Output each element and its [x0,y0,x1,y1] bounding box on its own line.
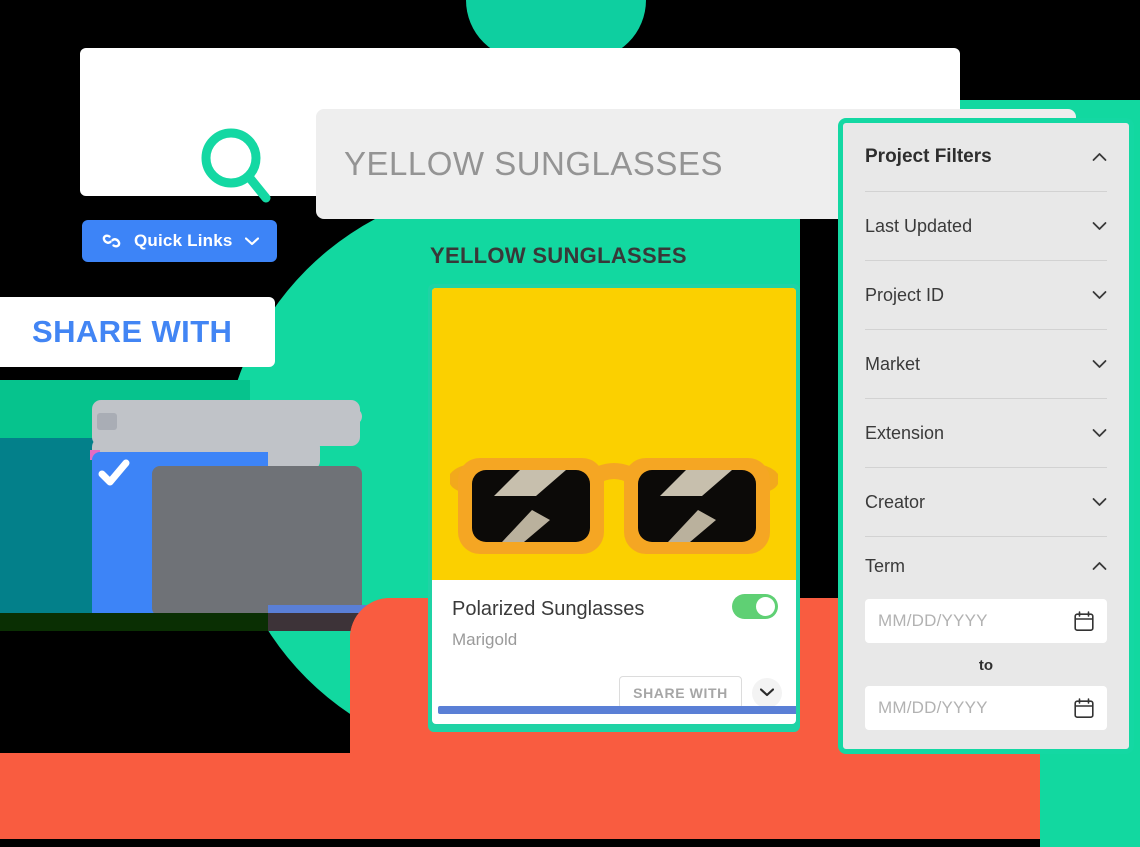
filter-label: Market [865,353,921,374]
filter-row-creator[interactable]: Creator [865,468,1107,537]
product-card: Polarized Sunglasses Marigold SHARE WITH [428,284,800,732]
term-start-date-placeholder: MM/DD/YYYY [878,611,988,630]
chevron-down-icon [1092,497,1107,507]
filter-label: Extension [865,422,945,443]
decor-black-bottom-line [0,839,1040,847]
project-filters-inner: Project Filters Last Updated Project ID [843,123,1129,730]
decor-placeholder-chip [97,413,117,430]
product-card-body: Polarized Sunglasses Marigold SHARE WITH [432,580,796,709]
product-heading: YELLOW SUNGLASSES [430,243,687,268]
filter-row-market[interactable]: Market [865,330,1107,399]
chevron-down-icon [1092,359,1107,369]
filter-row-extension[interactable]: Extension [865,399,1107,468]
link-icon [100,231,124,251]
term-to-label: to [978,657,994,674]
filter-label: Last Updated [865,215,973,236]
project-filters-panel: Project Filters Last Updated Project ID [838,118,1134,754]
product-name: Polarized Sunglasses [452,598,645,620]
filter-label: Project ID [865,284,945,305]
product-image [432,288,796,580]
product-toggle-knob [756,597,775,616]
product-toggle[interactable] [732,594,778,619]
filter-label: Term [865,555,905,576]
filter-row-project-id[interactable]: Project ID [865,261,1107,330]
quick-links-button[interactable]: Quick Links [82,220,277,262]
project-filters-title: Project Filters [865,146,992,167]
term-end-date-input[interactable]: MM/DD/YYYY [865,686,1107,730]
product-card-actions: SHARE WITH [619,676,782,709]
share-with-banner[interactable]: SHARE WITH [0,297,275,367]
chevron-down-icon [244,236,259,246]
search-card: YELLOW SUNGLASSES [80,48,1076,219]
decor-orange-band [0,753,1040,839]
quick-links-label: Quick Links [134,231,233,250]
check-icon [98,458,130,490]
share-with-button-label: SHARE WITH [633,684,728,701]
filter-row-last-updated[interactable]: Last Updated [865,192,1107,261]
chevron-up-icon [1092,152,1107,162]
decor-placeholder-bar-3 [280,408,362,425]
decor-dark-green-strip [0,613,268,631]
product-card-inner: Polarized Sunglasses Marigold SHARE WITH [432,288,796,724]
chevron-down-icon [760,688,774,697]
chevron-down-icon [1092,221,1107,231]
chevron-up-icon [1092,561,1107,571]
chevron-down-icon [1092,428,1107,438]
share-with-banner-label: SHARE WITH [32,314,233,349]
term-end-date-placeholder: MM/DD/YYYY [878,698,988,717]
calendar-icon[interactable] [1074,697,1094,719]
filter-row-term[interactable]: Term [865,537,1107,595]
calendar-icon[interactable] [1074,610,1094,632]
project-filters-header[interactable]: Project Filters [865,123,1107,192]
share-with-button[interactable]: SHARE WITH [619,676,742,709]
product-card-accent-bar [438,706,796,714]
chevron-down-icon [1092,290,1107,300]
term-start-date-input[interactable]: MM/DD/YYYY [865,599,1107,643]
decor-gray-panel [152,466,362,616]
product-subtitle: Marigold [452,630,518,649]
search-input-value: YELLOW SUNGLASSES [344,145,723,182]
filter-label: Creator [865,491,926,512]
expand-button[interactable] [752,677,782,708]
screenshot-stage: YELLOW SUNGLASSES Quick Links SHARE WITH… [0,0,1140,847]
search-icon[interactable] [200,128,274,206]
